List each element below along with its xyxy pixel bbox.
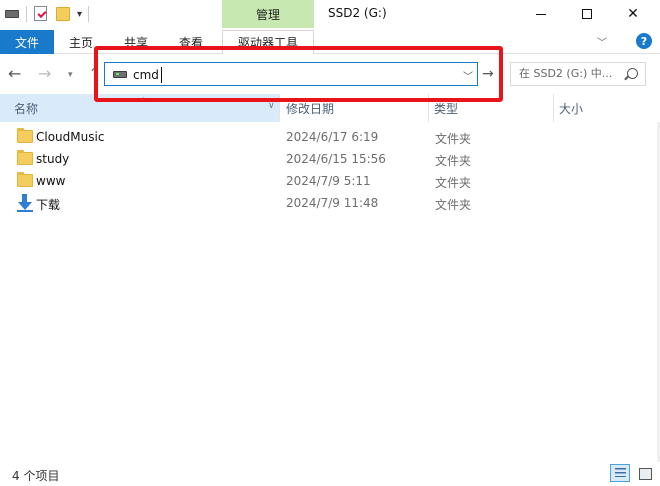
list-item[interactable]: 下载 2024/7/9 11:48 文件夹 bbox=[0, 192, 660, 214]
search-box[interactable] bbox=[510, 62, 646, 86]
column-divider[interactable] bbox=[553, 94, 554, 122]
list-item[interactable]: CloudMusic 2024/6/17 6:19 文件夹 bbox=[0, 126, 660, 148]
item-count: 4 个项目 bbox=[12, 469, 60, 483]
column-header-type[interactable]: 类型 bbox=[434, 100, 458, 117]
toolbar-divider bbox=[26, 6, 27, 22]
search-input[interactable] bbox=[519, 67, 619, 80]
title-bar: ▾ 管理 SSD2 (G:) ✕ bbox=[0, 0, 660, 28]
file-type: 文件夹 bbox=[435, 176, 472, 190]
go-arrow-icon[interactable]: → bbox=[482, 66, 494, 82]
file-list: CloudMusic 2024/6/17 6:19 文件夹 study 2024… bbox=[0, 126, 660, 214]
list-item[interactable]: www 2024/7/9 5:11 文件夹 bbox=[0, 170, 660, 192]
minimize-button[interactable] bbox=[518, 0, 564, 28]
file-name: 下载 bbox=[36, 198, 61, 212]
large-icons-view-icon[interactable] bbox=[634, 464, 654, 482]
customize-toolbar-icon[interactable]: ▾ bbox=[77, 9, 82, 20]
help-icon[interactable]: ? bbox=[636, 33, 652, 49]
window-title: SSD2 (G:) bbox=[328, 6, 387, 20]
minimize-icon bbox=[536, 13, 546, 15]
up-arrow-icon[interactable]: ↑ bbox=[88, 64, 101, 83]
forward-arrow-icon[interactable]: → bbox=[38, 64, 51, 83]
text-caret bbox=[161, 67, 162, 83]
file-date: 2024/6/15 15:56 bbox=[286, 152, 386, 166]
column-header-name[interactable]: 名称 bbox=[14, 100, 38, 117]
file-date: 2024/7/9 11:48 bbox=[286, 196, 379, 210]
address-bar[interactable]: ﹀ bbox=[104, 62, 478, 86]
tab-drive-tools[interactable]: 驱动器工具 bbox=[222, 30, 314, 54]
tab-view[interactable]: 查看 bbox=[179, 32, 203, 52]
close-button[interactable]: ✕ bbox=[610, 0, 656, 28]
column-divider[interactable] bbox=[428, 94, 429, 122]
folder-icon bbox=[17, 128, 33, 143]
properties-icon[interactable] bbox=[33, 6, 49, 22]
sort-ascending-icon: ︿ bbox=[139, 93, 149, 103]
maximize-icon bbox=[582, 9, 592, 19]
column-filter-icon[interactable]: ∨ bbox=[268, 101, 275, 111]
file-name: www bbox=[36, 174, 66, 188]
details-view-icon[interactable] bbox=[610, 464, 630, 482]
back-arrow-icon[interactable]: ← bbox=[8, 64, 21, 83]
search-icon[interactable] bbox=[627, 68, 638, 79]
tab-home[interactable]: 主页 bbox=[69, 32, 93, 52]
column-header-size[interactable]: 大小 bbox=[559, 100, 583, 117]
maximize-button[interactable] bbox=[564, 0, 610, 28]
file-date: 2024/7/9 5:11 bbox=[286, 174, 371, 188]
recent-locations-icon[interactable]: ▾ bbox=[68, 70, 73, 80]
quick-access-toolbar: ▾ bbox=[4, 4, 90, 24]
column-headers: ︿ 名称 ∨ 修改日期 类型 大小 bbox=[0, 93, 660, 122]
new-folder-icon[interactable] bbox=[55, 6, 71, 22]
drive-icon bbox=[113, 71, 127, 78]
column-header-date[interactable]: 修改日期 bbox=[286, 100, 334, 117]
file-type: 文件夹 bbox=[435, 154, 472, 168]
file-type: 文件夹 bbox=[435, 132, 472, 146]
manage-context-tab[interactable]: 管理 bbox=[222, 0, 314, 28]
address-input[interactable] bbox=[133, 66, 453, 84]
toolbar-divider bbox=[88, 6, 90, 22]
download-icon bbox=[17, 194, 33, 212]
tab-file[interactable]: 文件 bbox=[0, 30, 54, 54]
column-divider[interactable] bbox=[279, 94, 280, 122]
address-dropdown-icon[interactable]: ﹀ bbox=[463, 68, 473, 83]
status-bar: 4 个项目 bbox=[0, 462, 660, 486]
folder-icon bbox=[17, 150, 33, 165]
ribbon-tabs: 文件 主页 共享 查看 驱动器工具 ﹀ ? bbox=[0, 28, 660, 54]
list-item[interactable]: study 2024/6/15 15:56 文件夹 bbox=[0, 148, 660, 170]
drive-icon[interactable] bbox=[4, 6, 20, 22]
folder-icon bbox=[17, 172, 33, 187]
file-type: 文件夹 bbox=[435, 198, 472, 212]
expand-ribbon-icon[interactable]: ﹀ bbox=[597, 34, 607, 49]
file-name: study bbox=[36, 152, 70, 166]
file-name: CloudMusic bbox=[36, 130, 105, 144]
close-icon: ✕ bbox=[627, 6, 639, 22]
tab-share[interactable]: 共享 bbox=[124, 32, 148, 52]
file-date: 2024/6/17 6:19 bbox=[286, 130, 379, 144]
